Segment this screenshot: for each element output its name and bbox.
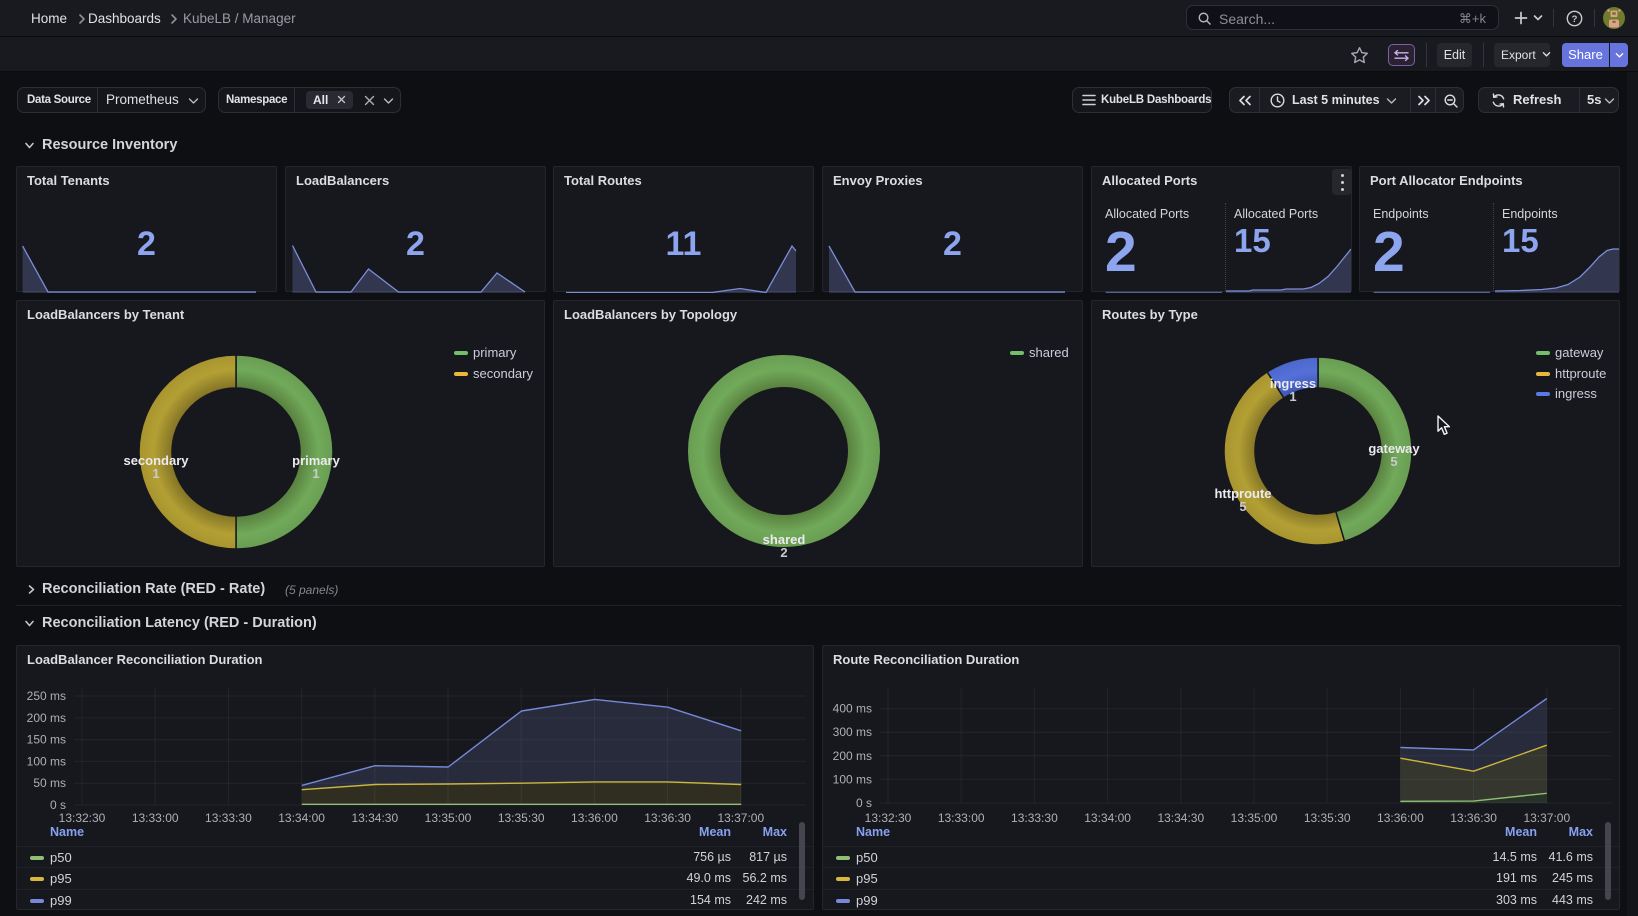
svg-text:13:33:00: 13:33:00 <box>132 811 179 825</box>
svg-text:13:34:30: 13:34:30 <box>1157 811 1204 825</box>
svg-text:1: 1 <box>152 466 159 481</box>
svg-text:13:33:00: 13:33:00 <box>938 811 985 825</box>
svg-text:13:32:30: 13:32:30 <box>59 811 106 825</box>
svg-text:13:34:00: 13:34:00 <box>1084 811 1131 825</box>
svg-text:13:34:30: 13:34:30 <box>351 811 398 825</box>
svg-text:2: 2 <box>780 545 787 560</box>
svg-text:?: ? <box>1572 14 1578 25</box>
svg-text:50 ms: 50 ms <box>33 776 66 790</box>
svg-text:13:36:00: 13:36:00 <box>1377 811 1424 825</box>
svg-text:0 s: 0 s <box>50 798 66 812</box>
svg-text:13:34:00: 13:34:00 <box>278 811 325 825</box>
svg-text:5: 5 <box>1239 499 1246 514</box>
svg-text:1: 1 <box>1289 389 1296 404</box>
svg-text:400 ms: 400 ms <box>833 702 872 716</box>
svg-text:300 ms: 300 ms <box>833 725 872 739</box>
svg-text:200 ms: 200 ms <box>833 749 872 763</box>
svg-text:13:35:00: 13:35:00 <box>425 811 472 825</box>
svg-text:13:36:00: 13:36:00 <box>571 811 618 825</box>
svg-text:0 s: 0 s <box>856 796 872 810</box>
svg-text:100 ms: 100 ms <box>833 772 872 786</box>
svg-text:13:35:30: 13:35:30 <box>498 811 545 825</box>
svg-text:13:33:30: 13:33:30 <box>1011 811 1058 825</box>
svg-text:200 ms: 200 ms <box>27 711 66 725</box>
svg-text:100 ms: 100 ms <box>27 754 66 768</box>
svg-text:13:35:30: 13:35:30 <box>1304 811 1351 825</box>
svg-text:13:33:30: 13:33:30 <box>205 811 252 825</box>
svg-text:13:36:30: 13:36:30 <box>644 811 691 825</box>
svg-text:13:32:30: 13:32:30 <box>865 811 912 825</box>
svg-text:13:35:00: 13:35:00 <box>1231 811 1278 825</box>
svg-text:5: 5 <box>1390 454 1397 469</box>
svg-text:150 ms: 150 ms <box>27 733 66 747</box>
svg-text:13:36:30: 13:36:30 <box>1450 811 1497 825</box>
svg-text:1: 1 <box>312 466 319 481</box>
svg-text:250 ms: 250 ms <box>27 689 66 703</box>
svg-text:13:37:00: 13:37:00 <box>1523 811 1570 825</box>
svg-text:13:37:00: 13:37:00 <box>717 811 764 825</box>
